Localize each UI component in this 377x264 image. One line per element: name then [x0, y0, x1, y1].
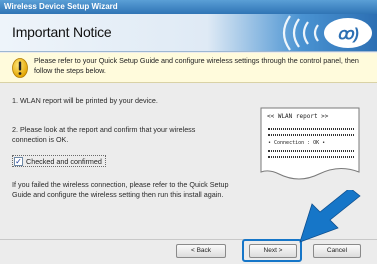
cancel-button[interactable]: Cancel — [313, 244, 361, 258]
next-button[interactable]: Next > — [249, 244, 297, 258]
wizard-header: Important Notice ꝏ) — [0, 14, 377, 52]
window-title-bar: Wireless Device Setup Wizard — [0, 0, 377, 14]
failure-instructions-text: If you failed the wireless connection, p… — [12, 180, 229, 199]
page-title: Important Notice — [12, 24, 112, 40]
confirm-checkbox[interactable]: ✓ — [14, 156, 23, 166]
notice-text: Please refer to your Quick Setup Guide a… — [34, 56, 359, 75]
confirm-checkbox-control[interactable]: ✓ Checked and confirmed — [12, 155, 106, 167]
svg-text:ꝏ): ꝏ) — [337, 26, 359, 43]
wireless-waves-logo-icon: ꝏ) — [282, 15, 372, 51]
report-separator — [268, 150, 354, 152]
step-2-text: 2. Please look at the report and confirm… — [12, 125, 196, 144]
wlan-report-title: << WLAN report >> — [267, 113, 329, 120]
setup-wizard-window: Wireless Device Setup Wizard Important N… — [0, 0, 377, 264]
confirm-checkbox-label[interactable]: Checked and confirmed — [26, 157, 102, 166]
step-1-text: 1. WLAN report will be printed by your d… — [12, 96, 158, 105]
report-separator — [268, 156, 354, 158]
wlan-report-connection: • Connection : OK • — [268, 140, 326, 146]
report-separator — [268, 134, 354, 136]
pointer-arrow-icon — [299, 190, 361, 243]
report-separator — [268, 128, 354, 130]
back-button[interactable]: < Back — [176, 244, 226, 258]
warning-icon — [12, 58, 28, 78]
